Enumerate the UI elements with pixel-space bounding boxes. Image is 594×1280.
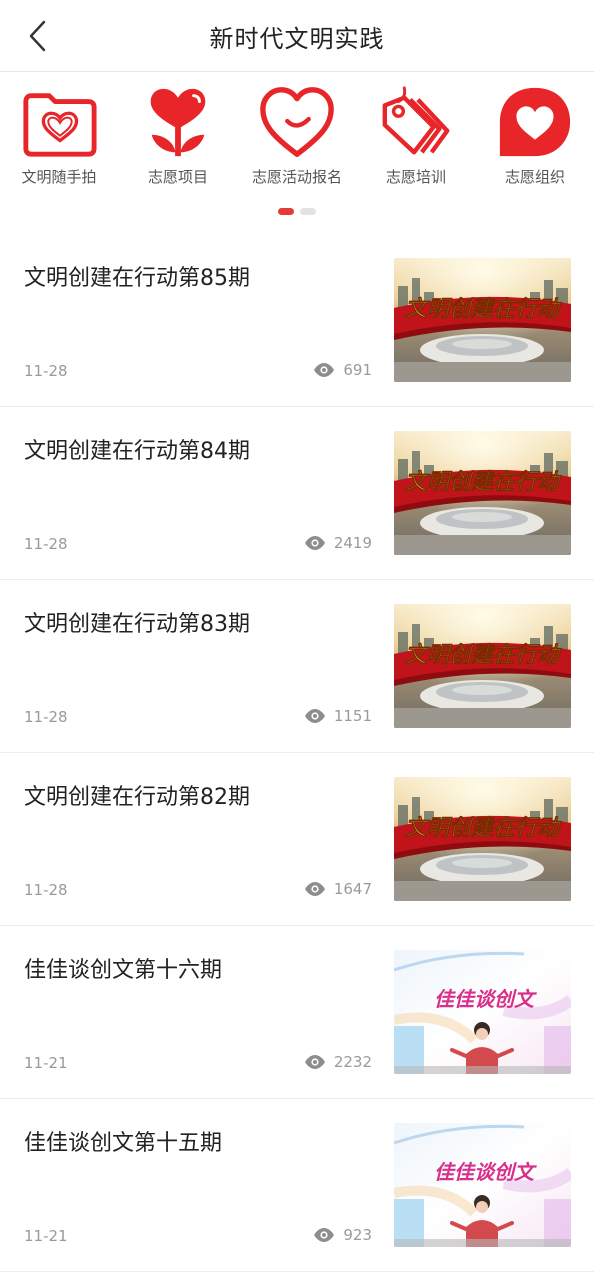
article-row[interactable]: 文明创建在行动第83期 11-28 1151 文明创建在行动 bbox=[0, 580, 594, 753]
article-thumbnail[interactable]: 佳佳谈创文 bbox=[394, 1123, 571, 1247]
thumbnail-graphic: 佳佳谈创文 bbox=[394, 950, 571, 1074]
article-date: 11-28 bbox=[24, 535, 68, 553]
svg-text:文明创建在行动: 文明创建在行动 bbox=[405, 642, 562, 668]
eye-icon bbox=[314, 1228, 335, 1242]
article-title[interactable]: 文明创建在行动第84期 bbox=[24, 433, 250, 465]
svg-text:文明创建在行动: 文明创建在行动 bbox=[405, 469, 562, 495]
heart-flower-icon bbox=[150, 88, 206, 157]
carousel-indicator bbox=[0, 208, 594, 216]
shortcut-training[interactable]: 志愿培训 bbox=[356, 84, 476, 187]
shortcut-label: 志愿组织 bbox=[504, 168, 565, 186]
view-count: 923 bbox=[343, 1226, 372, 1244]
heart-bubble-icon bbox=[499, 87, 571, 157]
article-views: 923 bbox=[313, 1226, 372, 1244]
smiling-heart-icon bbox=[260, 87, 334, 157]
view-count: 2232 bbox=[333, 1053, 372, 1071]
carousel-dot-active[interactable] bbox=[278, 208, 294, 215]
article-row[interactable]: 文明创建在行动第85期 11-28 691 文明创建在行动 bbox=[0, 234, 594, 407]
view-count: 2419 bbox=[333, 534, 372, 552]
shortcut-activity-signup[interactable]: 志愿活动报名 bbox=[237, 84, 357, 187]
shortcut-organization[interactable]: 志愿组织 bbox=[475, 84, 594, 187]
article-thumbnail[interactable]: 佳佳谈创文 bbox=[394, 950, 571, 1074]
carousel-dot[interactable] bbox=[300, 208, 316, 215]
article-thumbnail[interactable]: 文明创建在行动 bbox=[394, 777, 571, 901]
shortcut-label: 志愿项目 bbox=[147, 168, 208, 186]
article-title[interactable]: 文明创建在行动第83期 bbox=[24, 606, 250, 638]
eye-icon bbox=[314, 363, 335, 377]
shortcut-label: 志愿培训 bbox=[385, 168, 446, 186]
shortcut-label: 志愿活动报名 bbox=[251, 168, 342, 186]
article-thumbnail[interactable]: 文明创建在行动 bbox=[394, 604, 571, 728]
shortcut-photo[interactable]: 文明随手拍 bbox=[0, 84, 119, 187]
article-date: 11-28 bbox=[24, 708, 68, 726]
article-title[interactable]: 佳佳谈创文第十五期 bbox=[24, 1125, 222, 1157]
article-title[interactable]: 文明创建在行动第85期 bbox=[24, 260, 250, 292]
tags-icon bbox=[382, 86, 450, 155]
article-thumbnail[interactable]: 文明创建在行动 bbox=[394, 258, 571, 382]
article-views: 1647 bbox=[304, 880, 372, 898]
app-header: 新时代文明实践 bbox=[0, 0, 594, 72]
svg-text:佳佳谈创文: 佳佳谈创文 bbox=[434, 987, 537, 1011]
svg-text:文明创建在行动: 文明创建在行动 bbox=[405, 815, 562, 841]
view-count: 1151 bbox=[333, 707, 372, 725]
eye-icon bbox=[304, 536, 325, 550]
thumbnail-graphic: 文明创建在行动 bbox=[394, 431, 571, 555]
shortcut-volunteer-project[interactable]: 志愿项目 bbox=[118, 84, 238, 187]
article-title[interactable]: 佳佳谈创文第十六期 bbox=[24, 952, 222, 984]
article-views: 2232 bbox=[304, 1053, 372, 1071]
svg-text:文明创建在行动: 文明创建在行动 bbox=[405, 296, 562, 322]
folder-heart-icon bbox=[23, 93, 97, 157]
thumbnail-graphic: 佳佳谈创文 bbox=[394, 1123, 571, 1247]
article-date: 11-21 bbox=[24, 1227, 68, 1245]
thumbnail-graphic: 文明创建在行动 bbox=[394, 604, 571, 728]
article-views: 1151 bbox=[304, 707, 372, 725]
article-date: 11-21 bbox=[24, 1054, 68, 1072]
article-views: 2419 bbox=[304, 534, 372, 552]
article-thumbnail[interactable]: 文明创建在行动 bbox=[394, 431, 571, 555]
shortcut-label: 文明随手拍 bbox=[21, 168, 97, 186]
eye-icon bbox=[304, 709, 325, 723]
article-date: 11-28 bbox=[24, 362, 68, 380]
article-row[interactable]: 文明创建在行动第84期 11-28 2419 文明创建在行动 bbox=[0, 407, 594, 580]
article-title[interactable]: 文明创建在行动第82期 bbox=[24, 779, 250, 811]
view-count: 691 bbox=[343, 361, 372, 379]
eye-icon bbox=[304, 1055, 325, 1069]
thumbnail-graphic: 文明创建在行动 bbox=[394, 777, 571, 901]
article-row[interactable]: 佳佳谈创文第十六期 11-21 2232 佳佳谈创文 bbox=[0, 926, 594, 1099]
eye-icon bbox=[304, 882, 325, 896]
thumbnail-graphic: 文明创建在行动 bbox=[394, 258, 571, 382]
article-row[interactable]: 佳佳谈创文第十五期 11-21 923 佳佳谈创文 bbox=[0, 1099, 594, 1272]
article-views: 691 bbox=[313, 361, 372, 379]
view-count: 1647 bbox=[333, 880, 372, 898]
svg-text:佳佳谈创文: 佳佳谈创文 bbox=[434, 1160, 537, 1184]
article-date: 11-28 bbox=[24, 881, 68, 899]
article-row[interactable]: 文明创建在行动第82期 11-28 1647 文明创建在行动 bbox=[0, 753, 594, 926]
page-title: 新时代文明实践 bbox=[209, 25, 385, 53]
